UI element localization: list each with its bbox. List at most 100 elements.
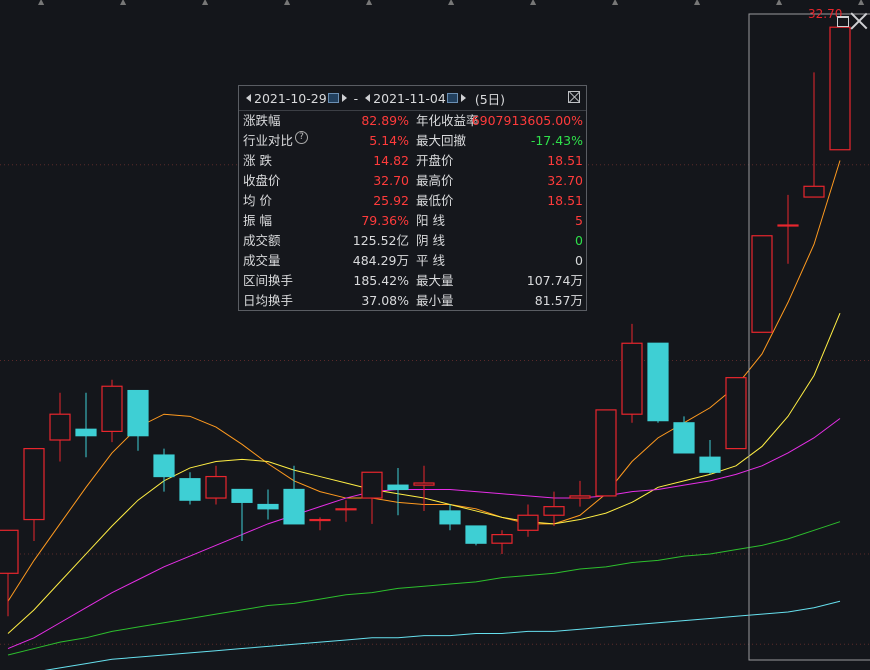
candle-body [283,488,305,525]
stat-label: 振 幅 [243,213,272,228]
prev-start-arrow-icon[interactable] [246,94,251,102]
candle [439,504,461,531]
date-from[interactable]: 2021-10-29 [254,91,327,106]
candle [673,416,695,454]
prev-end-arrow-icon[interactable] [365,94,371,102]
candle [101,379,123,443]
stat-label: 年化收益率 [416,113,479,128]
close-icon[interactable] [568,91,580,103]
stat-value: 18.51 [547,153,583,168]
candle [491,530,513,554]
candle [829,26,851,151]
stat-label: 最小量 [416,293,454,308]
candle-body [101,385,123,433]
stat-value: 14.82 [373,153,409,168]
candle-body [725,377,747,450]
candle [283,465,305,525]
stat-label: 阴 线 [416,233,445,248]
stat-value: 82.89% [361,113,409,128]
candle-body [413,482,435,486]
axis-tick: ▲ [366,0,373,6]
candle-body [829,26,851,151]
stat-value: 0 [575,253,583,268]
candle-body [621,342,643,415]
stat-value: 81.57万 [534,293,583,308]
candle [621,323,643,423]
candle [231,488,253,542]
candle-body [751,235,773,333]
stat-label: 行业对比? [243,131,309,151]
candle [23,448,45,542]
stats-row: 成交额 125.52亿阴 线 0 [239,231,586,251]
stat-label: 成交额 [243,233,281,248]
candle-body [517,514,539,531]
date-separator: - [353,90,359,106]
calendar-icon[interactable] [327,93,339,103]
ma-line [7,521,841,656]
candle [335,500,357,522]
stat-label: 最高价 [416,173,454,188]
candle [569,480,591,507]
stats-row: 日均换手 37.08% 最小量 81.57万 [239,291,586,311]
next-end-arrow-icon[interactable] [460,94,466,102]
date-range-header: 2021-10-29 - 2021-11-04 (5日) [239,86,586,111]
next-start-arrow-icon[interactable] [341,94,347,102]
candle [517,504,539,537]
stat-label: 日均换手 [243,293,294,308]
stats-row: 成交量 484.29万平 线 0 [239,251,586,271]
candle-body [75,428,97,437]
candle-body [439,510,461,525]
stat-label: 最大量 [416,273,454,288]
candle-body [153,454,175,478]
maximize-button[interactable] [837,14,851,28]
stats-row: 区间换手 185.42% 最大量 107.74万 [239,271,586,291]
candle-body [387,484,409,491]
candle-body [231,488,253,503]
stat-value: 37.08% [361,293,409,308]
stat-label: 平 线 [416,253,445,268]
stat-value: 18.51 [547,193,583,208]
candle-body [491,533,513,544]
candle [205,465,227,505]
candle-body [335,508,357,511]
candle [309,517,331,531]
candle-body [673,422,695,454]
stat-value: 32.70 [547,173,583,188]
help-icon[interactable]: ? [295,131,309,144]
stat-label: 均 价 [243,193,272,208]
candle-body [0,529,19,574]
candle [49,392,71,462]
candle [361,471,383,524]
axis-tick: ▲ [776,0,783,6]
stat-value: 107.74万 [526,273,583,288]
stat-value: 6907913605.00% [471,113,583,128]
candle [0,529,19,617]
close-chart-button[interactable] [850,12,868,30]
calendar-icon[interactable] [446,93,458,103]
ma-line [7,418,841,650]
stat-label: 区间换手 [243,273,294,288]
candle-body [179,478,201,501]
stat-label: 成交量 [243,253,281,268]
candle-body [595,409,617,497]
stat-label: 涨跌幅 [243,113,281,128]
stat-label: 最低价 [416,193,454,208]
selection-box: 32.70 [748,7,870,661]
candle-body [23,448,45,521]
date-to[interactable]: 2021-11-04 [373,91,446,106]
candle-body [647,342,669,422]
ma-line [44,600,841,670]
candle-body [803,185,825,198]
stats-row: 涨 跌 14.82 开盘价 18.51 [239,151,586,171]
candle [387,467,409,516]
candle-body [543,506,565,516]
candle [257,489,279,520]
stat-value: 185.42% [353,273,409,288]
candle-body [361,471,383,499]
candle [153,448,175,492]
axis-tick: ▲ [530,0,537,6]
candle [725,377,747,450]
candle [777,194,799,264]
stat-value: 484.29万 [352,253,409,268]
candle [647,342,669,423]
